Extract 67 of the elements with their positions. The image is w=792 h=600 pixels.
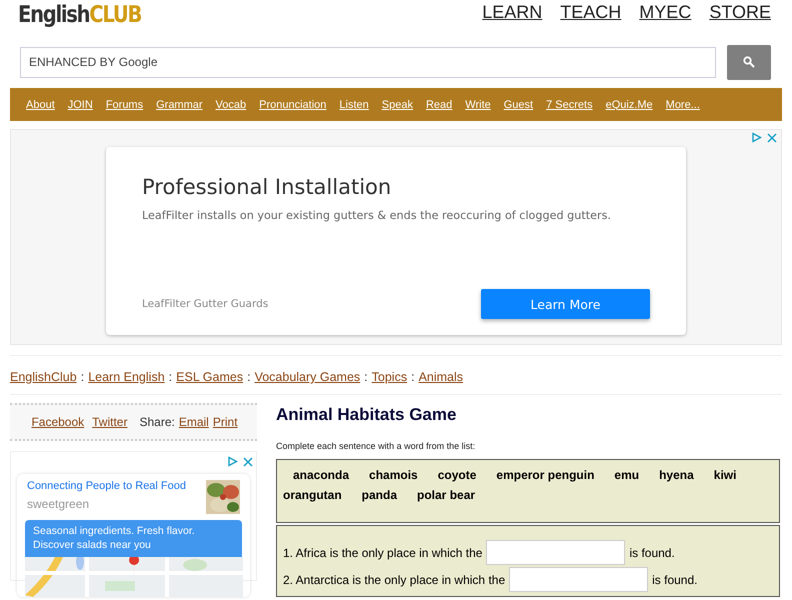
nav-link[interactable]: Pronunciation bbox=[259, 98, 326, 110]
nav-link[interactable]: Guest bbox=[504, 98, 534, 110]
question-text: is found. bbox=[629, 546, 675, 560]
instructions: Complete each sentence with a word from the list: bbox=[276, 441, 476, 451]
word-option: kiwi bbox=[714, 468, 736, 482]
nav-link[interactable]: Write bbox=[465, 98, 491, 110]
answer-field[interactable] bbox=[486, 540, 626, 565]
word-option: hyena bbox=[659, 468, 694, 482]
word-option: emperor penguin bbox=[496, 468, 594, 482]
word-option: coyote bbox=[438, 468, 476, 482]
nav-link[interactable]: eQuiz.Me bbox=[606, 98, 653, 110]
search-icon bbox=[743, 56, 755, 68]
ad-text: LeafFilter installs on your existing gutters & ends the reoccuring of clogged gutters. bbox=[142, 209, 612, 222]
share-link[interactable]: Email bbox=[178, 415, 209, 429]
breadcrumb-separator: : bbox=[80, 370, 84, 384]
nav-link[interactable]: Vocab bbox=[216, 98, 246, 110]
game-title: Animal Habitats Game bbox=[276, 405, 458, 425]
breadcrumb-link[interactable]: EnglishClub bbox=[10, 370, 77, 384]
close-icon[interactable] bbox=[767, 132, 777, 142]
site-logo[interactable]: EnglishCLUB bbox=[18, 0, 142, 28]
nav-link[interactable]: Grammar bbox=[156, 98, 203, 110]
breadcrumb-link[interactable]: ESL Games bbox=[176, 370, 244, 384]
share-label: Share: bbox=[139, 415, 175, 429]
breadcrumb-separator: : bbox=[247, 370, 251, 384]
nav-link[interactable]: Forums bbox=[106, 98, 144, 110]
ad-title[interactable]: Connecting People to Real Food bbox=[27, 480, 186, 492]
word-option: emu bbox=[614, 468, 640, 482]
breadcrumb-link[interactable]: Animals bbox=[418, 370, 464, 384]
breadcrumb-separator: : bbox=[411, 370, 415, 384]
breadcrumb-link[interactable]: Topics bbox=[372, 370, 408, 384]
share-link[interactable]: Print bbox=[212, 415, 238, 429]
nav-link[interactable]: Read bbox=[426, 98, 452, 110]
nav-link[interactable]: More... bbox=[666, 98, 700, 110]
breadcrumb-separator: : bbox=[364, 370, 368, 384]
word-option: orangutan bbox=[283, 488, 342, 502]
word-option: chamois bbox=[369, 468, 418, 482]
word-option: panda bbox=[362, 488, 398, 502]
nav-link[interactable]: JOIN bbox=[68, 98, 93, 110]
ad-text: Seasonal ingredients. Fresh flavor. Discover salads near you bbox=[25, 520, 242, 558]
advertiser-name: sweetgreen bbox=[27, 497, 90, 511]
nav-link[interactable]: About bbox=[26, 98, 55, 110]
ad-choices-icon[interactable] bbox=[751, 132, 762, 143]
nav-link[interactable]: 7 Secrets bbox=[546, 98, 593, 110]
breadcrumb-link[interactable]: Vocabulary Games bbox=[254, 370, 360, 384]
word-option: anaconda bbox=[293, 468, 350, 482]
answer-field[interactable] bbox=[509, 567, 648, 592]
top-nav-link[interactable]: LEARN bbox=[482, 2, 542, 23]
social-link[interactable]: Twitter bbox=[92, 415, 128, 429]
nav-link[interactable]: Speak bbox=[382, 98, 413, 110]
top-nav-link[interactable]: STORE bbox=[709, 2, 771, 23]
question-text: is found. bbox=[652, 572, 698, 586]
question-text: 1. Africa is the only place in which the bbox=[283, 546, 482, 560]
close-icon[interactable] bbox=[243, 456, 253, 466]
social-link[interactable]: Facebook bbox=[31, 415, 84, 429]
search-button[interactable] bbox=[727, 44, 771, 80]
top-nav-link[interactable]: MYEC bbox=[639, 2, 692, 23]
word-option: polar bear bbox=[417, 488, 476, 502]
ad-title: Professional Installation bbox=[142, 175, 392, 199]
nav-link[interactable]: Listen bbox=[339, 98, 369, 110]
search-field[interactable]: ENHANCED BY Google bbox=[20, 46, 716, 78]
question-text: 2. Antarctica is the only place in which the bbox=[283, 572, 506, 586]
breadcrumb-separator: : bbox=[168, 370, 172, 384]
top-nav-link[interactable]: TEACH bbox=[560, 2, 622, 23]
learn-more-button[interactable]: Learn More bbox=[481, 289, 650, 319]
ad-choices-icon[interactable] bbox=[227, 456, 238, 467]
advertiser-name: LeafFilter Gutter Guards bbox=[142, 298, 268, 310]
breadcrumb-link[interactable]: Learn English bbox=[88, 370, 165, 384]
